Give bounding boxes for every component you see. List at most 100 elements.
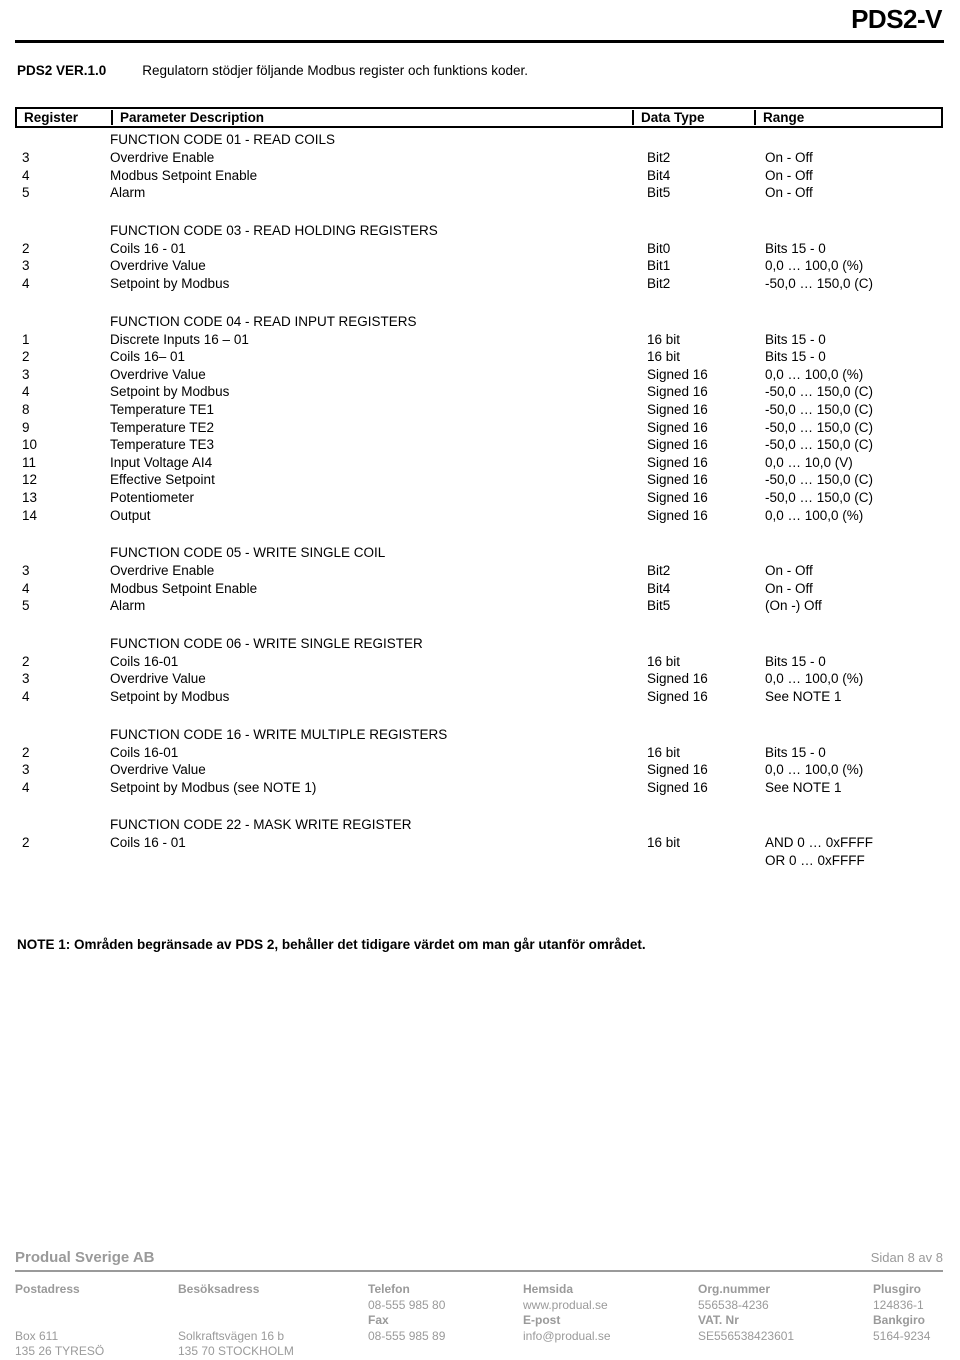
- range-cell: -50,0 … 150,0 (C): [765, 489, 874, 505]
- table-row: 3 Overdrive Value Bit1 0,0 … 100,0 (%): [0, 257, 960, 275]
- parameter-cell: Setpoint by Modbus: [110, 689, 230, 705]
- function-code-title: FUNCTION CODE 22 - MASK WRITE REGISTER: [110, 817, 412, 833]
- data-type-cell: Bit2: [647, 563, 671, 579]
- register-cell: 10: [22, 437, 38, 453]
- footer-top-row: Produal Sverige AB Sidan 8 av 8: [15, 1249, 943, 1270]
- range-cell: On - Off: [765, 167, 813, 183]
- footer-column-value: SE556538423601: [698, 1328, 795, 1343]
- range-cell: AND 0 … 0xFFFF: [765, 835, 874, 851]
- footer-column-value: 08-555 985 80: [368, 1297, 446, 1312]
- parameter-cell: Temperature TE1: [110, 401, 215, 417]
- parameter-cell: Alarm: [110, 185, 146, 201]
- range-cell: -50,0 … 150,0 (C): [765, 275, 874, 291]
- range-cell: -50,0 … 150,0 (C): [765, 419, 874, 435]
- table-row: 4 Modbus Setpoint Enable Bit4 On - Off: [0, 167, 960, 185]
- range-cell: (On -) Off: [765, 598, 822, 614]
- function-code-section: FUNCTION CODE 22 - MASK WRITE REGISTER 2 C…: [0, 816, 960, 869]
- parameter-cell: Coils 16– 01: [110, 349, 186, 365]
- table-row: 4 Setpoint by Modbus Signed 16 -50,0 … 150,…: [0, 383, 960, 401]
- data-type-cell: Bit5: [647, 185, 671, 201]
- parameter-cell: Input Voltage AI4: [110, 454, 213, 470]
- parameter-cell: Coils 16 - 01: [110, 240, 186, 256]
- parameter-cell: Coils 16-01: [110, 744, 179, 760]
- range-cell: Bits 15 - 0: [765, 653, 826, 669]
- table-row: 2 Coils 16-01 16 bit Bits 15 - 0: [0, 653, 960, 671]
- footer-company-name: Produal Sverige AB: [15, 1249, 155, 1266]
- footer-page-number: Sidan 8 av 8: [870, 1250, 943, 1265]
- register-cell: 4: [22, 580, 30, 596]
- parameter-cell: Modbus Setpoint Enable: [110, 167, 258, 183]
- data-type-cell: 16 bit: [647, 653, 681, 669]
- table-row: 2 Coils 16 - 01 16 bit AND 0 … 0xFFFF: [0, 834, 960, 852]
- parameter-cell: Temperature TE2: [110, 419, 215, 435]
- data-type-cell: Bit2: [647, 150, 671, 165]
- function-code-title: FUNCTION CODE 03 - READ HOLDING REGISTER…: [110, 222, 438, 238]
- range-cell: See NOTE 1: [765, 689, 842, 705]
- footer-column-value: 135 70 STOCKHOLM: [178, 1344, 294, 1358]
- function-code-section: FUNCTION CODE 06 - WRITE SINGLE REGISTER…: [0, 635, 960, 706]
- function-code-section: FUNCTION CODE 01 - READ COILS 3 Overdrive …: [0, 131, 960, 202]
- data-type-cell: Signed 16: [647, 366, 708, 382]
- data-type-cell: Signed 16: [647, 689, 708, 705]
- data-type-cell: Signed 16: [647, 762, 708, 778]
- register-cell: 11: [22, 454, 37, 470]
- range-cell: Bits 15 - 0: [765, 240, 826, 256]
- version-label: PDS2 VER.1.0: [17, 63, 107, 78]
- register-cell: 2: [22, 835, 30, 851]
- footer-column-spacer: [178, 1313, 368, 1329]
- data-type-cell: Bit4: [647, 167, 671, 183]
- range-cell: 0,0 … 100,0 (%): [765, 258, 864, 274]
- data-type-cell: Signed 16: [647, 437, 708, 453]
- parameter-cell: Overdrive Value: [110, 762, 206, 778]
- parameter-cell: Coils 16-01: [110, 653, 179, 669]
- register-cell: 14: [22, 507, 38, 523]
- range-cell: 0,0 … 100,0 (%): [765, 507, 864, 523]
- footer-column-heading: Bankgiro: [873, 1313, 926, 1327]
- table-row: 10 Temperature TE3 Signed 16 -50,0 … 150,0 …: [0, 436, 960, 454]
- range-cell: 0,0 … 100,0 (%): [765, 671, 864, 687]
- range-cell: OR 0 … 0xFFFF: [765, 853, 865, 869]
- footer-column-spacer: [178, 1298, 368, 1314]
- register-table-body: FUNCTION CODE 01 - READ COILS 3 Overdrive …: [0, 131, 960, 890]
- parameter-cell: Potentiometer: [110, 489, 195, 505]
- parameter-cell: Overdrive Value: [110, 671, 206, 687]
- table-row: 4 Setpoint by Modbus (see NOTE 1) Signed 1…: [0, 779, 960, 797]
- column-header-parameter: Parameter Description: [113, 110, 634, 125]
- data-type-cell: Signed 16: [647, 507, 708, 523]
- footer-column-value: 124836-1: [873, 1297, 924, 1312]
- parameter-cell: Setpoint by Modbus: [110, 384, 230, 400]
- function-code-title: FUNCTION CODE 06 - WRITE SINGLE REGISTER: [110, 635, 423, 651]
- range-cell: On - Off: [765, 150, 813, 165]
- table-row: 9 Temperature TE2 Signed 16 -50,0 … 150,0 (…: [0, 419, 960, 437]
- table-row: 12 Effective Setpoint Signed 16 -50,0 … 150…: [0, 471, 960, 489]
- table-row: 2 Coils 16-01 16 bit Bits 15 - 0: [0, 744, 960, 762]
- footer-column-value: 5164-9234: [873, 1328, 931, 1343]
- register-cell: 2: [22, 744, 30, 760]
- footer-column-value: Solkraftsvägen 16 b: [178, 1328, 285, 1343]
- function-code-title: FUNCTION CODE 05 - WRITE SINGLE COIL: [110, 545, 386, 561]
- footer-column-heading: VAT. Nr: [698, 1313, 739, 1327]
- register-cell: 4: [22, 384, 30, 400]
- register-cell: 3: [22, 366, 30, 382]
- table-row: 8 Temperature TE1 Signed 16 -50,0 … 150,0 (…: [0, 401, 960, 419]
- range-cell: 0,0 … 10,0 (V): [765, 454, 853, 470]
- register-cell: 3: [22, 671, 30, 687]
- table-row: 4 Setpoint by Modbus Signed 16 See NOTE 1: [0, 688, 960, 706]
- range-cell: Bits 15 - 0: [765, 744, 826, 760]
- range-cell: 0,0 … 100,0 (%): [765, 762, 864, 778]
- data-type-cell: Signed 16: [647, 472, 708, 488]
- register-cell: 2: [22, 653, 30, 669]
- function-code-title: FUNCTION CODE 04 - READ INPUT REGISTERS: [110, 313, 417, 329]
- parameter-cell: Coils 16 - 01: [110, 835, 186, 851]
- data-type-cell: 16 bit: [647, 744, 681, 760]
- data-type-cell: 16 bit: [647, 835, 681, 851]
- data-type-cell: Bit2: [647, 275, 671, 291]
- footer-column-value: Box 611: [15, 1328, 59, 1343]
- footer-column-heading: Besöksadress: [178, 1282, 260, 1296]
- register-cell: 3: [22, 762, 30, 778]
- footer-column-spacer: [15, 1298, 178, 1314]
- parameter-cell: Output: [110, 507, 151, 523]
- range-cell: -50,0 … 150,0 (C): [765, 437, 874, 453]
- register-cell: 4: [22, 779, 30, 795]
- table-row: 1 Discrete Inputs 16 – 01 16 bit Bits 15 - …: [0, 331, 960, 349]
